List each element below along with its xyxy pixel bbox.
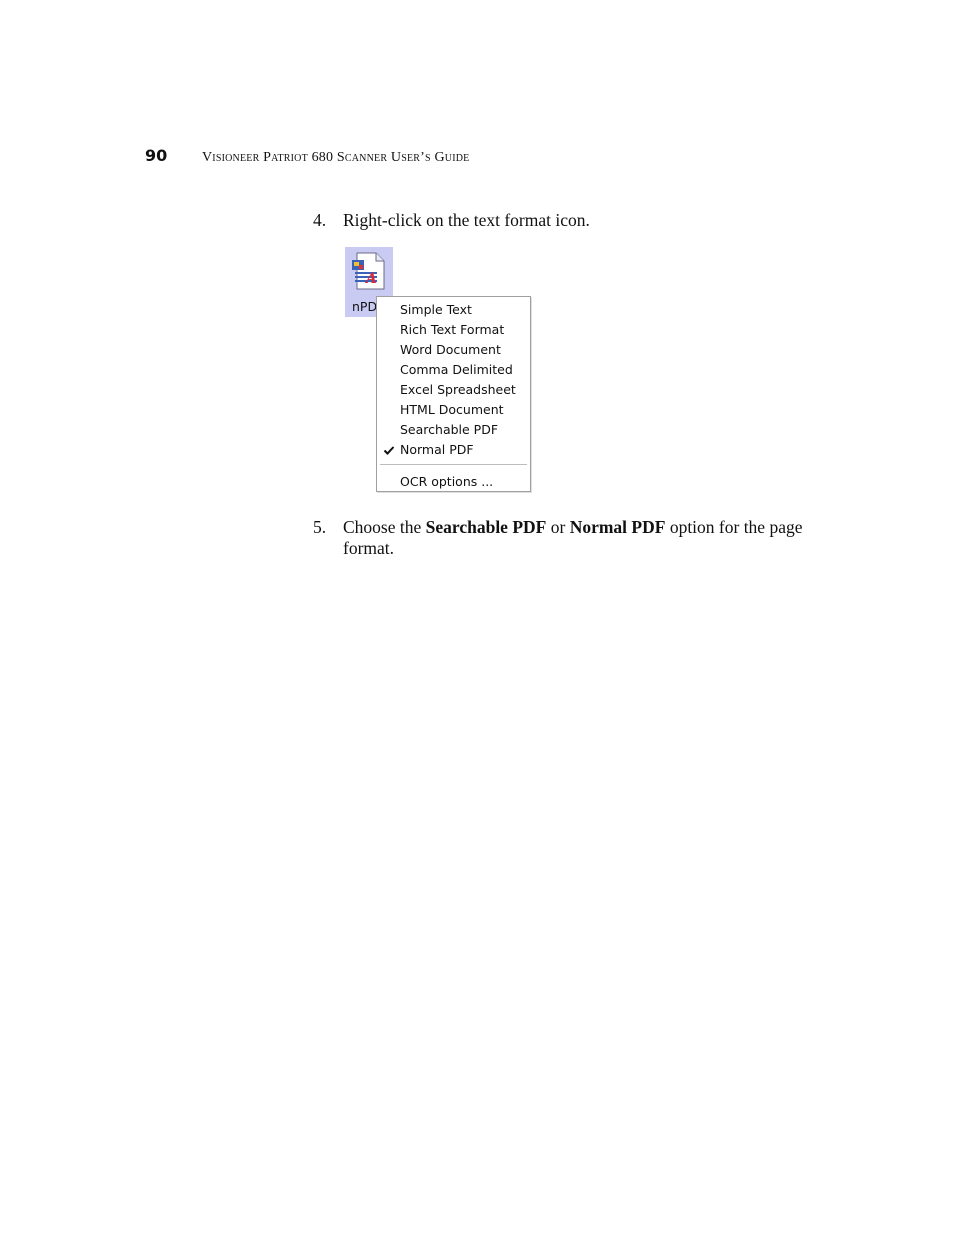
icon-label: nPD [352,299,378,314]
menu-item-label: OCR options ... [400,474,494,489]
step-4: 4. Right-click on the text format icon. [313,210,813,231]
svg-text:A: A [364,271,377,287]
menu-item-label: Comma Delimited [400,362,513,377]
searchable-pdf-term: Searchable PDF [425,517,547,537]
page-header: 90 Visioneer Patriot 680 Scanner User’s … [145,146,469,170]
running-title: Visioneer Patriot 680 Scanner User’s Gui… [202,150,470,165]
menu-item-html-document[interactable]: HTML Document [377,400,530,420]
menu-item-label: Normal PDF [400,442,474,457]
menu-item-label: Rich Text Format [400,322,505,337]
context-menu-screenshot: A nPD Simple Text Rich Text Format Word … [345,247,535,494]
menu-item-simple-text[interactable]: Simple Text [377,300,530,320]
menu-item-word-document[interactable]: Word Document [377,340,530,360]
menu-item-label: HTML Document [400,402,504,417]
menu-item-comma-delimited[interactable]: Comma Delimited [377,360,530,380]
text-format-icon: A [352,252,385,290]
menu-item-label: Excel Spreadsheet [400,382,516,397]
menu-item-label: Simple Text [400,302,472,317]
menu-item-ocr-options[interactable]: OCR options ... [377,472,530,492]
step-number: 4. [313,210,327,230]
checkmark-icon [383,446,395,455]
menu-separator [380,464,527,466]
step-text-prefix: Choose the [343,517,426,537]
menu-item-label: Word Document [400,342,501,357]
menu-item-normal-pdf[interactable]: Normal PDF [377,440,530,460]
menu-item-excel-spreadsheet[interactable]: Excel Spreadsheet [377,380,530,400]
menu-item-label: Searchable PDF [400,422,499,437]
menu-item-searchable-pdf[interactable]: Searchable PDF [377,420,530,440]
context-menu: Simple Text Rich Text Format Word Docume… [376,296,531,492]
step-number: 5. [313,517,327,537]
step-text: Right-click on the text format icon. [343,210,590,230]
step-text: Choose the Searchable PDF or Normal PDF … [343,517,813,559]
step-text-middle: or [546,517,570,537]
page-number: 90 [145,146,168,165]
menu-item-rich-text-format[interactable]: Rich Text Format [377,320,530,340]
step-5: 5. Choose the Searchable PDF or Normal P… [313,517,813,559]
normal-pdf-term: Normal PDF [569,517,666,537]
